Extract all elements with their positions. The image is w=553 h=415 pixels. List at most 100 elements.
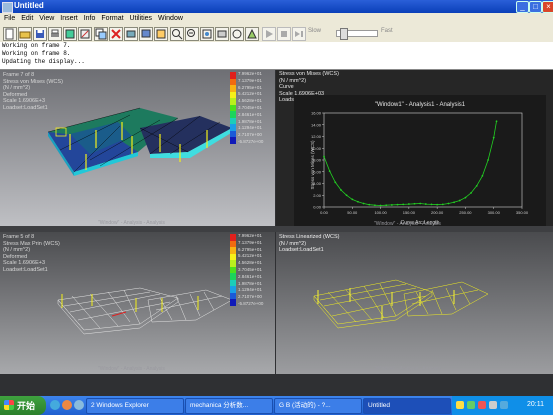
menu-window[interactable]: Window (158, 13, 183, 24)
legend-value: 3.7045e+01 (238, 266, 262, 272)
x-tick-label: 150.00 (403, 210, 416, 215)
viewport-stress-linearized[interactable]: Stress Linearized (WCS) (N / mm^2) Loads… (276, 232, 553, 374)
data-point (413, 202, 416, 205)
data-point (481, 174, 484, 177)
view-icon[interactable] (215, 27, 229, 41)
orient-icon[interactable] (245, 27, 259, 41)
legend-value: 7.9962e+01 (238, 71, 262, 76)
menu-file[interactable]: File (4, 13, 15, 24)
data-point (390, 204, 393, 206)
task-label: mechanica 分析数... (190, 402, 249, 409)
edit-result-icon[interactable] (78, 27, 92, 41)
legend-value: 5.4212e+01 (238, 91, 262, 97)
x-tick-label: 0.00 (320, 210, 329, 215)
play-icon[interactable] (262, 27, 276, 41)
menu-utilities[interactable]: Utilities (129, 13, 152, 24)
message-line: Updating the display... (2, 58, 85, 65)
quick-launch-ie-icon[interactable] (50, 400, 60, 410)
data-point (385, 204, 388, 207)
new-file-icon[interactable] (3, 27, 17, 41)
data-point (340, 189, 342, 191)
tray-icon[interactable] (478, 401, 486, 409)
close-button[interactable]: × (542, 1, 553, 13)
quick-launch-media-icon[interactable] (62, 400, 72, 410)
system-tray: 20:11 (452, 396, 553, 415)
image-icon[interactable] (63, 27, 77, 41)
data-point (357, 200, 359, 203)
data-point (323, 155, 325, 158)
quantity-label: Stress von Mises (WCS) (279, 71, 339, 77)
title-bar: Untitled _ □ × (0, 0, 553, 13)
legend-value: -5.8727e+00 (238, 300, 264, 306)
open-folder-icon[interactable] (18, 27, 32, 41)
task-label: 2 Windows Explorer (91, 402, 149, 409)
menu-format[interactable]: Format (101, 13, 123, 24)
task-windows-explorer[interactable]: 2 Windows Explorer (86, 398, 184, 414)
task-untitled[interactable]: Untitled (363, 398, 451, 414)
data-point (424, 203, 427, 205)
message-line: Working on frame 7. (2, 42, 71, 49)
plot-frame (323, 112, 523, 208)
viewport-max-principal[interactable]: Frame 5 of 8 Stress Max Prin (WCS) (N / … (0, 232, 275, 374)
task-mechanica[interactable]: mechanica 分析数... (185, 398, 273, 414)
print-icon[interactable] (48, 27, 62, 41)
data-point (334, 181, 337, 184)
legend-value: 2.7107e+00 (238, 132, 262, 138)
menu-info[interactable]: Info (84, 13, 96, 24)
start-button[interactable]: 开始 (0, 396, 46, 415)
data-point (362, 202, 365, 205)
data-point (368, 203, 371, 206)
y-tick-label: 8.00 (313, 158, 322, 163)
zoom-out-icon[interactable] (185, 27, 199, 41)
delete-icon[interactable] (109, 27, 123, 41)
stop-icon[interactable] (277, 27, 291, 41)
menu-edit[interactable]: Edit (21, 13, 33, 24)
y-tick-label: 16.00 (311, 111, 322, 116)
menu-view[interactable]: View (39, 13, 54, 24)
legend-swatch (230, 137, 236, 144)
x-tick-label: 100.00 (374, 210, 387, 215)
refit-icon[interactable] (200, 27, 214, 41)
data-point (351, 198, 354, 201)
x-tick-label: 50.00 (347, 210, 358, 215)
task-gb[interactable]: G B (活动的) - ?... (274, 398, 362, 414)
y-tick-label: 14.00 (311, 122, 322, 127)
x-tick-label: 200.00 (431, 210, 444, 215)
network-icon[interactable] (500, 401, 508, 409)
y-tick-label: 10.00 (311, 146, 322, 151)
y-tick-label: 2.00 (313, 193, 322, 198)
tray-icon[interactable] (467, 401, 475, 409)
legend-value: 1.9878e+01 (238, 280, 262, 286)
toolbar: Slow Fast (0, 24, 553, 43)
legend-value: 2.8461e+01 (238, 111, 262, 117)
annotate-icon[interactable] (154, 27, 168, 41)
watermark-label: "Window" - Analysis - Analysis (374, 366, 441, 372)
minimize-button[interactable]: _ (516, 1, 529, 13)
model-icon[interactable] (124, 27, 138, 41)
menu-insert[interactable]: Insert (60, 13, 78, 24)
data-point (436, 203, 439, 206)
graph-window[interactable]: "Window1" - Analysis1 - Analysis1 Curve … (294, 95, 546, 226)
copy-window-icon[interactable] (94, 27, 108, 41)
tray-icon[interactable] (456, 401, 464, 409)
legend-value: 7.1379e+01 (238, 77, 262, 83)
zoom-in-icon[interactable] (170, 27, 184, 41)
stress-curve-chart: "Window1" - Analysis1 - Analysis1 Curve … (310, 102, 529, 226)
viewport-stress-von-mises[interactable]: Frame 7 of 8 Stress von Mises (WCS) (N /… (0, 70, 275, 226)
y-tick-label: 0.00 (313, 205, 322, 210)
quick-launch-desktop-icon[interactable] (74, 400, 84, 410)
volume-icon[interactable] (489, 401, 497, 409)
data-point (430, 203, 433, 206)
slider-handle[interactable] (340, 28, 348, 40)
step-icon[interactable] (292, 27, 306, 41)
legend-value: 2.7107e+00 (238, 294, 262, 300)
data-point (447, 202, 450, 205)
display-icon[interactable] (139, 27, 153, 41)
data-point (464, 196, 467, 199)
save-icon[interactable] (33, 27, 47, 41)
maximize-button[interactable]: □ (529, 1, 542, 13)
start-label: 开始 (17, 401, 36, 411)
menu-bar: File Edit View Insert Info Format Utilit… (0, 13, 553, 24)
rotate-icon[interactable] (230, 27, 244, 41)
animation-speed-slider[interactable] (336, 28, 378, 40)
